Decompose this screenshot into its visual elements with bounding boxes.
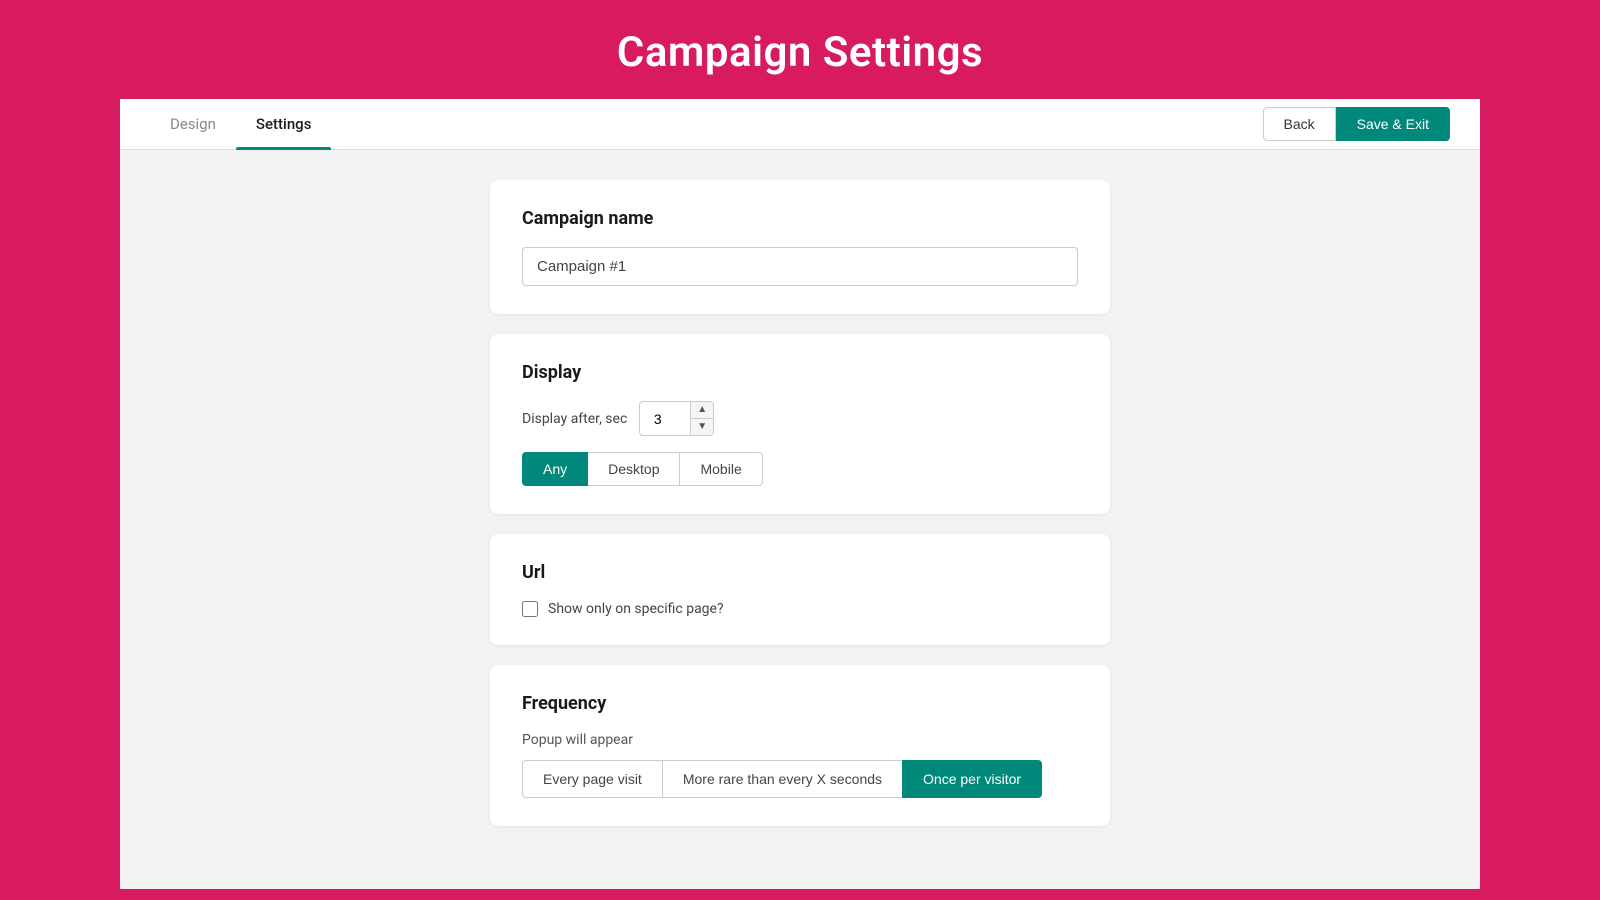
display-after-spinner: ▲ ▼	[639, 401, 714, 436]
freq-button-every-page[interactable]: Every page visit	[522, 760, 663, 798]
frequency-title: Frequency	[522, 693, 1078, 714]
display-after-label: Display after, sec	[522, 411, 627, 427]
tab-settings[interactable]: Settings	[236, 99, 332, 149]
display-title: Display	[522, 362, 1078, 383]
url-checkbox-row: Show only on specific page?	[522, 601, 1078, 617]
main-container: Design Settings Back Save & Exit Campaig…	[120, 99, 1480, 889]
campaign-name-input[interactable]	[522, 247, 1078, 286]
spinner-up-button[interactable]: ▲	[691, 402, 713, 419]
tabs-bar: Design Settings Back Save & Exit	[120, 99, 1480, 150]
campaign-name-card: Campaign name	[490, 180, 1110, 314]
specific-page-label[interactable]: Show only on specific page?	[548, 601, 724, 617]
spinner-down-button[interactable]: ▼	[691, 419, 713, 435]
campaign-name-title: Campaign name	[522, 208, 1078, 229]
popup-will-appear-label: Popup will appear	[522, 732, 1078, 748]
device-button-mobile[interactable]: Mobile	[679, 452, 762, 486]
device-buttons: Any Desktop Mobile	[522, 452, 1078, 486]
page-header: Campaign Settings	[0, 0, 1600, 99]
spinner-buttons: ▲ ▼	[690, 402, 713, 435]
tab-design[interactable]: Design	[150, 99, 236, 149]
frequency-buttons: Every page visit More rare than every X …	[522, 760, 1078, 798]
freq-button-once[interactable]: Once per visitor	[902, 760, 1042, 798]
display-after-row: Display after, sec ▲ ▼	[522, 401, 1078, 436]
display-after-input[interactable]	[640, 405, 690, 433]
display-card: Display Display after, sec ▲ ▼ Any Deskt…	[490, 334, 1110, 514]
page-title: Campaign Settings	[0, 28, 1600, 77]
device-button-any[interactable]: Any	[522, 452, 588, 486]
tabs-actions: Back Save & Exit	[1263, 107, 1451, 141]
device-button-desktop[interactable]: Desktop	[587, 452, 680, 486]
specific-page-checkbox[interactable]	[522, 601, 538, 617]
url-title: Url	[522, 562, 1078, 583]
url-card: Url Show only on specific page?	[490, 534, 1110, 645]
frequency-card: Frequency Popup will appear Every page v…	[490, 665, 1110, 826]
content-area: Campaign name Display Display after, sec…	[120, 150, 1480, 856]
freq-button-rare[interactable]: More rare than every X seconds	[662, 760, 903, 798]
save-exit-button[interactable]: Save & Exit	[1336, 107, 1450, 141]
back-button[interactable]: Back	[1263, 107, 1336, 141]
